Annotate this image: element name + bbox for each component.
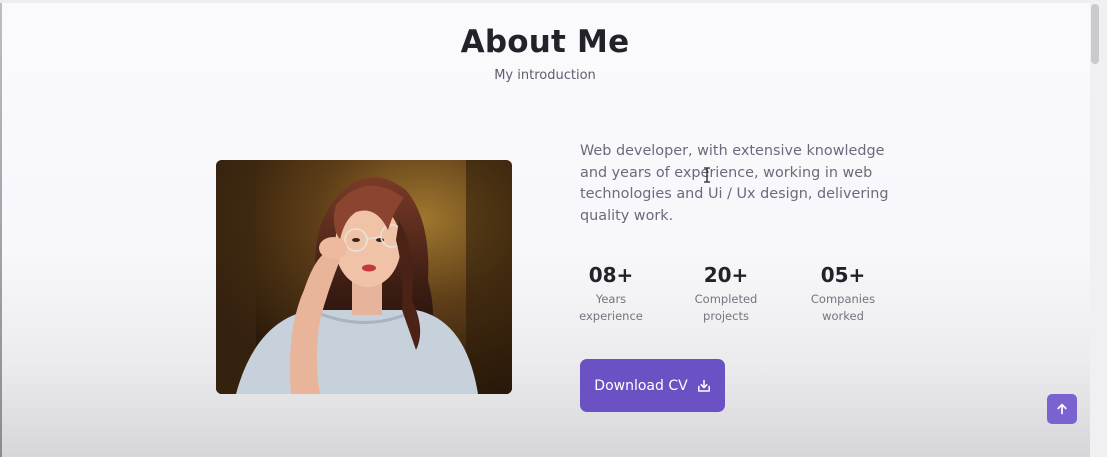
download-cv-label: Download CV — [594, 377, 688, 394]
stat-label-line1: Years — [595, 292, 627, 306]
stat-label-line1: Completed — [694, 292, 758, 306]
section-title: About Me — [460, 24, 630, 60]
portrait-illustration — [216, 160, 512, 394]
about-description: Web developer, with extensive knowledge … — [580, 143, 889, 224]
scrollbar-thumb[interactable] — [1091, 4, 1099, 64]
scrollbar-track[interactable] — [1090, 0, 1107, 457]
text-cursor-icon — [704, 167, 710, 183]
stat-number: 05+ — [820, 263, 866, 287]
stat-number: 20+ — [703, 263, 749, 287]
section-subtitle: My introduction — [494, 68, 596, 83]
stat-label-line2: experience — [579, 309, 643, 323]
stat-years-experience: 08+ Years experience — [561, 263, 661, 325]
stat-label-line2: projects — [703, 309, 749, 323]
about-image — [216, 160, 512, 394]
scroll-up-button[interactable] — [1047, 394, 1077, 424]
download-icon — [697, 379, 710, 392]
stat-label-line1: Companies — [810, 292, 876, 306]
header-shadow — [0, 0, 1090, 3]
download-cv-button[interactable]: Download CV — [580, 359, 725, 412]
stat-completed-projects: 20+ Completed projects — [676, 263, 776, 325]
arrow-up-icon — [1057, 403, 1067, 415]
stat-companies-worked: 05+ Companies worked — [793, 263, 893, 325]
stat-label-line2: worked — [822, 309, 864, 323]
stat-number: 08+ — [588, 263, 634, 287]
